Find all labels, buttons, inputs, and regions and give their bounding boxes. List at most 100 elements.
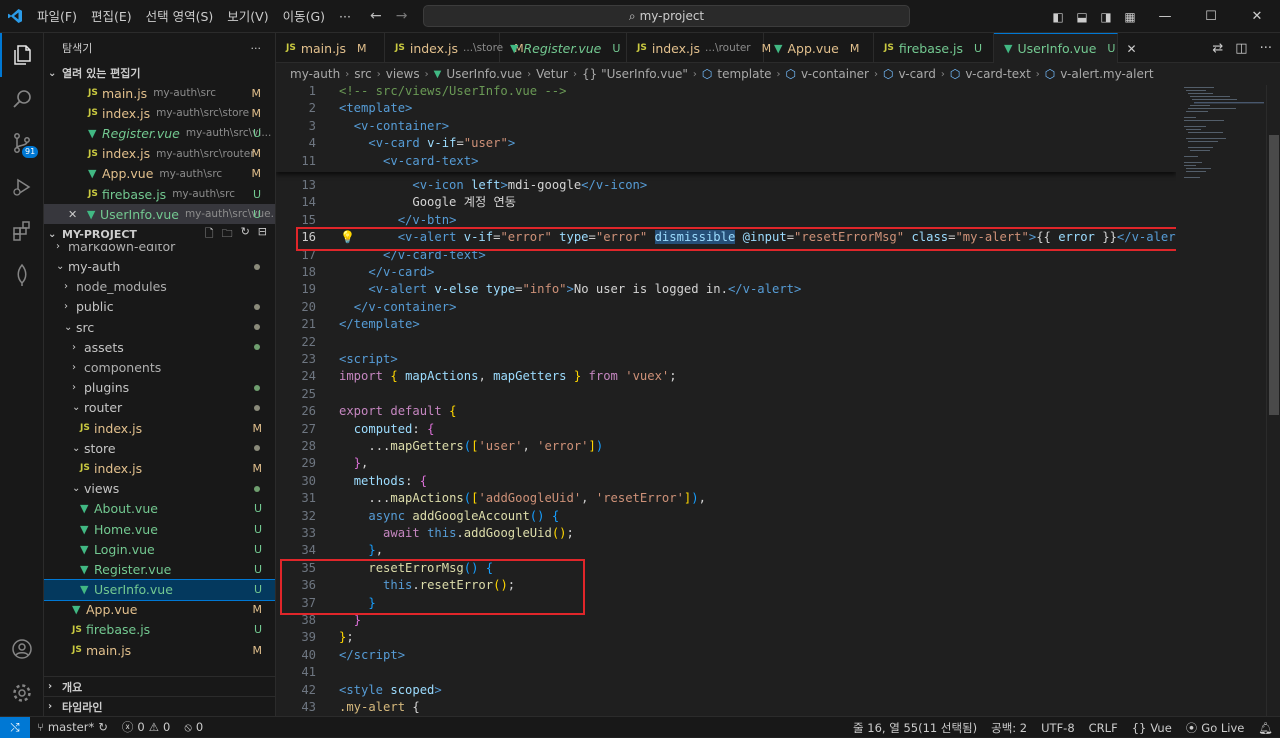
tree-item[interactable]: ▼ About.vue U bbox=[44, 499, 275, 519]
explorer-icon[interactable] bbox=[0, 33, 44, 77]
close-tab-icon[interactable]: ✕ bbox=[1126, 42, 1136, 56]
vertical-scrollbar[interactable] bbox=[1266, 85, 1280, 716]
toggle-primary-sidebar-icon[interactable]: ◧ bbox=[1046, 10, 1070, 24]
tree-item[interactable]: ▼ UserInfo.vue U bbox=[44, 578, 275, 601]
minimize-button[interactable]: — bbox=[1142, 9, 1188, 24]
minimap[interactable] bbox=[1176, 85, 1266, 716]
code-editor[interactable]: 13 <v-icon left>mdi-google</v-icon> 14 Go… bbox=[276, 85, 1176, 716]
tree-item[interactable]: JS index.js M bbox=[44, 418, 275, 438]
settings-gear-icon[interactable] bbox=[0, 671, 44, 715]
split-editor-icon[interactable]: ◫ bbox=[1235, 41, 1247, 56]
command-center-search[interactable]: ⌕ my-project bbox=[423, 5, 910, 27]
open-editor-item[interactable]: ▼ Register.vue my-auth\src\vi... U bbox=[44, 123, 275, 143]
breadcrumb-item[interactable]: v-container bbox=[801, 67, 869, 81]
editor-tab[interactable]: JS index.js ...\router M bbox=[627, 33, 771, 63]
encoding[interactable]: UTF-8 bbox=[1034, 721, 1082, 735]
notifications-bell-icon[interactable]: 🔔︎ bbox=[1251, 721, 1280, 735]
maximize-button[interactable]: ☐ bbox=[1188, 9, 1234, 24]
git-branch[interactable]: ⑂ master* ↻ bbox=[30, 720, 115, 734]
editor-tab[interactable]: ▼ Register.vue U bbox=[500, 33, 627, 63]
tree-item[interactable]: ▼ Home.vue U bbox=[44, 519, 275, 539]
run-debug-icon[interactable] bbox=[0, 165, 44, 209]
breadcrumb-item[interactable]: v-card-text bbox=[965, 67, 1030, 81]
editor-tab[interactable]: JS firebase.js U bbox=[874, 33, 994, 63]
source-control-icon[interactable]: 91 bbox=[0, 121, 44, 165]
tree-item[interactable]: JS firebase.js U bbox=[44, 620, 275, 640]
breadcrumb-item[interactable]: Vetur bbox=[536, 67, 568, 81]
breadcrumb-item[interactable]: UserInfo.vue bbox=[446, 67, 522, 81]
new-folder-icon[interactable]: 🗀 bbox=[222, 225, 233, 244]
tree-item[interactable]: JS index.js M bbox=[44, 458, 275, 478]
tree-item[interactable]: ⌄ my-auth bbox=[44, 257, 275, 277]
open-editor-item[interactable]: JS index.js my-auth\src\router M bbox=[44, 144, 275, 164]
editor-tab[interactable]: ▼ UserInfo.vue U ✕ bbox=[994, 33, 1137, 63]
customize-layout-icon[interactable]: ▦ bbox=[1118, 10, 1142, 24]
collapse-all-icon[interactable]: ⊟ bbox=[258, 225, 267, 244]
go-live-button[interactable]: ⦿ Go Live bbox=[1179, 720, 1252, 736]
tree-item[interactable]: ▼ App.vue M bbox=[44, 600, 275, 620]
close-icon[interactable]: ✕ bbox=[68, 208, 87, 221]
project-header[interactable]: ⌄ MY-PROJECT 🗋 🗀 ↻ ⊟ bbox=[44, 224, 275, 244]
tree-item[interactable]: ▼ Register.vue U bbox=[44, 559, 275, 579]
breadcrumb-item[interactable]: v-alert.my-alert bbox=[1060, 67, 1153, 81]
tree-item[interactable]: ⌄ store bbox=[44, 438, 275, 458]
sync-icon[interactable]: ↻ bbox=[98, 720, 108, 734]
menu-item[interactable]: ··· bbox=[332, 0, 358, 33]
more-actions-icon[interactable]: ··· bbox=[1260, 41, 1272, 56]
extensions-icon[interactable] bbox=[0, 209, 44, 253]
tree-item[interactable]: › assets bbox=[44, 337, 275, 357]
tree-item[interactable]: ⌄ router bbox=[44, 398, 275, 418]
open-editor-item[interactable]: ✕ ▼ UserInfo.vue my-auth\src\vue... U bbox=[44, 204, 275, 225]
tree-item[interactable]: ▼ Login.vue U bbox=[44, 539, 275, 559]
mongodb-leaf-icon[interactable] bbox=[0, 253, 44, 297]
tree-item[interactable]: ⌄ views bbox=[44, 479, 275, 499]
remote-indicator-icon[interactable]: ⤭ bbox=[0, 716, 30, 738]
open-editor-item[interactable]: JS main.js my-auth\src M bbox=[44, 83, 275, 103]
tree-item[interactable]: › node_modules bbox=[44, 277, 275, 297]
open-editor-item[interactable]: ▼ App.vue my-auth\src M bbox=[44, 164, 275, 184]
breadcrumb-item[interactable]: template bbox=[717, 67, 771, 81]
tree-item[interactable]: › markdown-editor bbox=[44, 244, 275, 256]
timeline-section[interactable]: › 타임라인 bbox=[44, 696, 275, 716]
language-mode[interactable]: {} Vue bbox=[1125, 721, 1179, 735]
tree-item[interactable]: › components bbox=[44, 357, 275, 377]
toggle-secondary-sidebar-icon[interactable]: ◨ bbox=[1094, 10, 1118, 24]
breadcrumb-item[interactable]: src bbox=[354, 67, 372, 81]
end-of-line[interactable]: CRLF bbox=[1082, 721, 1125, 735]
search-view-icon[interactable] bbox=[0, 77, 44, 121]
scrollbar-thumb[interactable] bbox=[1269, 135, 1279, 415]
tree-item[interactable]: JS main.js M bbox=[44, 640, 275, 659]
cursor-position[interactable]: 줄 16, 열 55(11 선택됨) bbox=[846, 720, 984, 736]
toggle-panel-icon[interactable]: ⬓ bbox=[1070, 10, 1094, 24]
editor-tab[interactable]: JS main.js M bbox=[276, 33, 385, 63]
outline-section[interactable]: › 개요 bbox=[44, 676, 275, 696]
breadcrumb-item[interactable]: {} "UserInfo.vue" bbox=[582, 67, 688, 81]
more-actions-icon[interactable]: ··· bbox=[251, 42, 262, 55]
back-arrow-icon[interactable]: ← bbox=[370, 8, 382, 24]
refresh-icon[interactable]: ↻ bbox=[241, 225, 250, 244]
menu-item[interactable]: 선택 영역(S) bbox=[139, 0, 221, 33]
indentation[interactable]: 공백: 2 bbox=[984, 720, 1034, 736]
ports-indicator[interactable]: ⦸ 0 bbox=[177, 720, 210, 735]
breadcrumb-item[interactable]: my-auth bbox=[290, 67, 340, 81]
menu-item[interactable]: 보기(V) bbox=[220, 0, 275, 33]
forward-arrow-icon[interactable]: → bbox=[396, 8, 408, 24]
close-window-button[interactable]: ✕ bbox=[1234, 9, 1280, 24]
problems-indicator[interactable]: ⓧ 0 ⚠ 0 bbox=[115, 719, 177, 735]
tree-item[interactable]: ⌄ src bbox=[44, 317, 275, 337]
open-editors-header[interactable]: ⌄ 열려 있는 편집기 bbox=[44, 63, 275, 83]
tree-item[interactable]: › public bbox=[44, 297, 275, 317]
menu-item[interactable]: 파일(F) bbox=[30, 0, 84, 33]
breadcrumb-item[interactable]: views bbox=[386, 67, 420, 81]
account-icon[interactable] bbox=[0, 627, 44, 671]
editor-tab[interactable]: JS index.js ...\store M bbox=[385, 33, 524, 63]
compare-changes-icon[interactable]: ⇄ bbox=[1212, 41, 1223, 56]
menu-item[interactable]: 이동(G) bbox=[276, 0, 332, 33]
menu-item[interactable]: 편집(E) bbox=[84, 0, 139, 33]
editor-tab[interactable]: ▼ App.vue M bbox=[764, 33, 874, 63]
tree-item[interactable]: › plugins bbox=[44, 378, 275, 398]
breadcrumb-item[interactable]: v-card bbox=[898, 67, 935, 81]
open-editor-item[interactable]: JS index.js my-auth\src\store M bbox=[44, 103, 275, 123]
new-file-icon[interactable]: 🗋 bbox=[205, 225, 214, 244]
open-editor-item[interactable]: JS firebase.js my-auth\src U bbox=[44, 184, 275, 204]
